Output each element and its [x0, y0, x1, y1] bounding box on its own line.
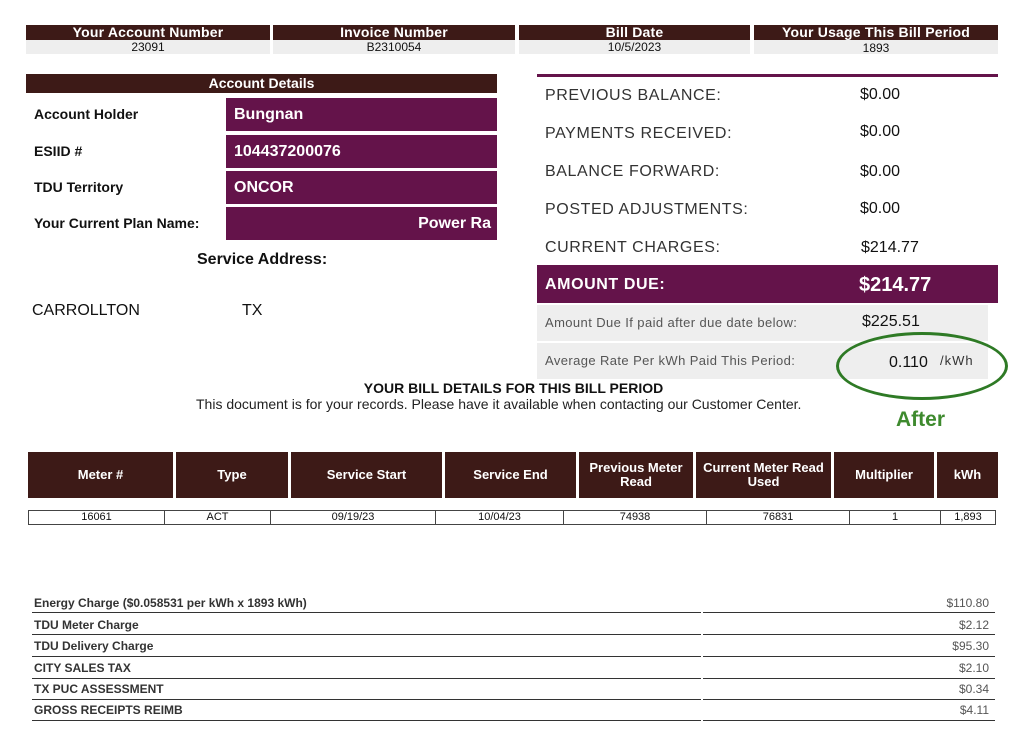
service-state: TX [242, 302, 263, 319]
meter-cell-type: ACT [164, 510, 271, 525]
charge-divider [32, 656, 701, 657]
esiid-label: ESIID # [34, 143, 83, 159]
meter-cell-multiplier: 1 [849, 510, 941, 525]
invoice-number-cell: Invoice Number B2310054 [273, 25, 515, 54]
charge-amount-gross-receipts: $4.11 [959, 703, 989, 717]
meter-cell-meter-number: 16061 [28, 510, 165, 525]
bill-date-cell: Bill Date 10/5/2023 [519, 25, 750, 54]
previous-balance-value: $0.00 [860, 86, 901, 103]
bill-details-title: YOUR BILL DETAILS FOR THIS BILL PERIOD [363, 380, 664, 396]
charge-divider [32, 612, 701, 613]
charge-label-puc-assessment: TX PUC ASSESSMENT [34, 682, 164, 696]
charge-label-city-sales-tax: CITY SALES TAX [34, 661, 131, 675]
charge-divider [703, 634, 995, 635]
charge-divider [32, 634, 701, 635]
amount-due-value: $214.77 [859, 274, 932, 296]
posted-adjustments-value: $0.00 [860, 200, 901, 217]
previous-balance-label: PREVIOUS BALANCE: [545, 87, 722, 104]
bill-date-value: 10/5/2023 [519, 40, 750, 54]
late-amount-value: $225.51 [862, 313, 920, 330]
charge-divider [703, 699, 995, 700]
avg-rate-label: Average Rate Per kWh Paid This Period: [545, 353, 796, 368]
meter-cell-kwh: 1,893 [940, 510, 996, 525]
service-address-label: Service Address: [197, 251, 328, 268]
charge-label-tdu-delivery: TDU Delivery Charge [34, 639, 154, 653]
esiid-value: 104437200076 [226, 135, 497, 168]
meter-header-type: Type [176, 452, 288, 498]
payments-received-label: PAYMENTS RECEIVED: [545, 125, 733, 142]
meter-header-service-end: Service End [445, 452, 576, 498]
account-holder-label: Account Holder [34, 106, 139, 122]
charge-amount-city-sales-tax: $2.10 [958, 661, 989, 675]
charge-amount-tdu-meter: $2.12 [958, 618, 989, 632]
charge-divider [703, 612, 995, 613]
meter-cell-service-end: 10/04/23 [435, 510, 564, 525]
usage-label: Your Usage This Bill Period [754, 25, 998, 40]
meter-header-kwh: kWh [937, 452, 998, 498]
account-number-cell: Your Account Number 23091 [26, 25, 270, 54]
charge-label-gross-receipts: GROSS RECEIPTS REIMB [34, 703, 183, 717]
current-charges-value: $214.77 [861, 239, 919, 256]
meter-header-previous-read: Previous Meter Read [579, 452, 693, 498]
tdu-territory-value: ONCOR [226, 171, 497, 204]
charge-label-tdu-meter: TDU Meter Charge [34, 618, 139, 632]
charge-amount-puc-assessment: $0.34 [958, 682, 989, 696]
payments-received-value: $0.00 [860, 123, 901, 140]
bill-details-subtitle: This document is for your records. Pleas… [196, 396, 802, 412]
account-number-value: 23091 [26, 40, 270, 54]
meter-cell-current-read: 76831 [706, 510, 850, 525]
balance-forward-label: BALANCE FORWARD: [545, 163, 720, 180]
meter-header-meter-number: Meter # [28, 452, 173, 498]
posted-adjustments-label: POSTED ADJUSTMENTS: [545, 201, 749, 218]
late-amount-label: Amount Due If paid after due date below: [545, 315, 798, 330]
usage-cell: Your Usage This Bill Period 1893 [754, 25, 998, 55]
plan-name-label: Your Current Plan Name: [34, 215, 200, 231]
plan-name-value: Power Ra [226, 207, 497, 240]
charge-divider [32, 678, 701, 679]
tdu-territory-label: TDU Territory [34, 179, 124, 195]
current-charges-label: CURRENT CHARGES: [545, 239, 721, 256]
invoice-number-value: B2310054 [273, 40, 515, 54]
charge-divider [32, 720, 701, 721]
charge-amount-tdu-delivery: $95.30 [952, 639, 989, 653]
usage-value: 1893 [754, 40, 998, 55]
balance-forward-value: $0.00 [860, 163, 901, 180]
annotation-after-text: After [896, 408, 946, 431]
charge-divider [32, 699, 701, 700]
meter-header-service-start: Service Start [291, 452, 442, 498]
account-holder-value: Bungnan [226, 98, 497, 131]
account-details-title: Account Details [26, 74, 497, 93]
meter-cell-previous-read: 74938 [563, 510, 707, 525]
amount-due-label: AMOUNT DUE: [545, 276, 666, 293]
charge-divider [703, 656, 995, 657]
invoice-number-label: Invoice Number [273, 25, 515, 40]
charge-label-energy: Energy Charge ($0.058531 per kWh x 1893 … [34, 596, 307, 610]
service-city: CARROLLTON [32, 302, 140, 319]
meter-header-multiplier: Multiplier [834, 452, 934, 498]
meter-cell-service-start: 09/19/23 [270, 510, 436, 525]
account-number-label: Your Account Number [26, 25, 270, 40]
meter-header-current-read: Current Meter Read Used [696, 452, 831, 498]
summary-top-rule [537, 74, 998, 77]
charge-divider [703, 720, 995, 721]
charge-amount-energy: $110.80 [946, 596, 990, 610]
charge-divider [703, 678, 995, 679]
bill-date-label: Bill Date [519, 25, 750, 40]
